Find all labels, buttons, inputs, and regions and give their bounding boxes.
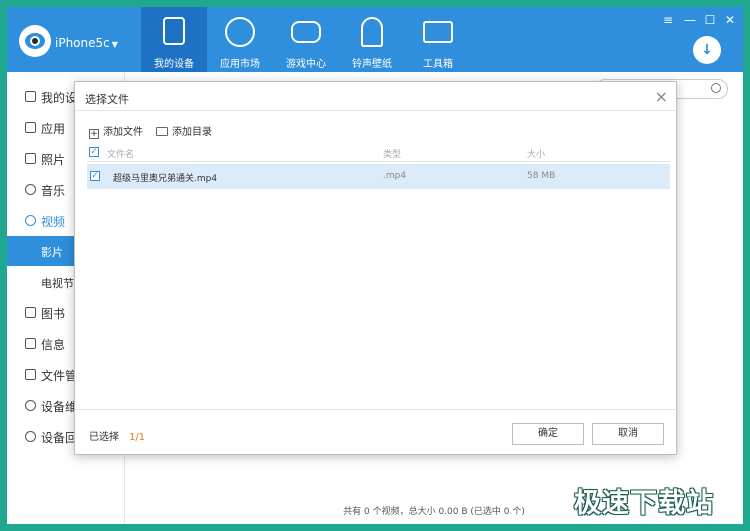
- dialog-title: 选择文件: [85, 93, 129, 106]
- add-file-label: 添加文件: [103, 127, 143, 138]
- menu-button[interactable]: ≡: [661, 13, 675, 27]
- minimize-button[interactable]: —: [683, 13, 697, 27]
- chevron-down-icon: ▼: [111, 40, 118, 49]
- tab-toolbox[interactable]: 工具箱: [405, 7, 471, 72]
- restore-icon: [25, 431, 36, 442]
- file-type: .mp4: [383, 171, 407, 181]
- add-folder-label: 添加目录: [172, 127, 212, 138]
- tab-label: 游戏中心: [286, 59, 326, 70]
- download-icon[interactable]: ↓: [693, 36, 721, 64]
- sidebar-item-label: 应用: [41, 122, 66, 136]
- add-folder-button[interactable]: 添加目录: [156, 123, 212, 138]
- close-icon[interactable]: ×: [655, 87, 668, 106]
- sidebar-item-label: 音乐: [41, 184, 66, 198]
- row-checkbox[interactable]: ✓: [90, 171, 100, 181]
- add-file-button[interactable]: + 添加文件: [89, 123, 143, 139]
- maximize-button[interactable]: ☐: [703, 13, 717, 27]
- music-icon: [25, 184, 36, 195]
- selected-label: 已选择: [89, 432, 119, 443]
- sidebar-item-label: 信息: [41, 338, 66, 352]
- file-name: 超级马里奥兄弟通关.mp4: [113, 174, 218, 184]
- bell-icon: [361, 17, 383, 47]
- folder-icon: [25, 369, 36, 380]
- tab-label: 铃声壁纸: [352, 59, 392, 70]
- sidebar-item-label: 我的设: [41, 91, 78, 105]
- shield-icon: [25, 400, 36, 411]
- sidebar-item-label: 文件管: [41, 369, 78, 383]
- select-file-dialog: 选择文件 × + 添加文件 添加目录 ✓ 文件名 类型 大小 ✓ 超级马里奥兄弟通…: [74, 81, 677, 455]
- video-icon: [25, 215, 36, 226]
- table-row[interactable]: ✓ 超级马里奥兄弟通关.mp4 .mp4 58 MB: [87, 164, 670, 189]
- column-header-size: 大小: [527, 150, 546, 160]
- ok-button[interactable]: 确定: [512, 423, 584, 445]
- tab-label: 我的设备: [154, 59, 194, 70]
- tab-my-device[interactable]: 我的设备: [141, 7, 207, 72]
- file-size: 58 MB: [527, 171, 556, 181]
- sidebar-item-label: 照片: [41, 153, 66, 167]
- device-icon: [25, 91, 36, 102]
- top-header: iPhone5c ▼ 我的设备 应用市场 游戏中心 铃声壁纸 工具箱 ≡ — ☐ …: [7, 7, 743, 72]
- photo-icon: [25, 153, 36, 164]
- selection-summary: 已选择 1/1: [89, 428, 145, 443]
- sidebar-item-label: 影片: [41, 246, 63, 259]
- divider: [75, 409, 676, 410]
- device-name-label: iPhone5c: [55, 36, 110, 50]
- gamepad-icon: [291, 21, 321, 43]
- toolbox-icon: [423, 21, 453, 43]
- sidebar-item-label: 设备维: [41, 400, 78, 414]
- sidebar-item-label: 设备回: [41, 431, 78, 445]
- tab-game-center[interactable]: 游戏中心: [273, 7, 339, 72]
- column-header-type: 类型: [383, 150, 402, 160]
- watermark-logo: 极速下载站: [574, 488, 714, 519]
- tab-app-market[interactable]: 应用市场: [207, 7, 273, 72]
- sidebar-item-label: 电视节: [41, 277, 74, 290]
- sidebar-item-label: 视频: [41, 215, 66, 229]
- book-icon: [25, 307, 36, 318]
- itools-logo-icon: [19, 25, 51, 57]
- app-window: iPhone5c ▼ 我的设备 应用市场 游戏中心 铃声壁纸 工具箱 ≡ — ☐ …: [7, 7, 743, 524]
- apps-icon: [25, 122, 36, 133]
- selected-count: 1/1: [129, 432, 146, 443]
- apps-icon: [225, 17, 255, 47]
- plus-icon: +: [89, 129, 99, 139]
- message-icon: [25, 338, 36, 349]
- tab-label: 工具箱: [423, 59, 453, 70]
- divider: [75, 110, 676, 111]
- cancel-button[interactable]: 取消: [592, 423, 664, 445]
- folder-icon: [156, 127, 168, 136]
- column-header-name: 文件名: [107, 150, 135, 160]
- sidebar-item-label: 图书: [41, 307, 66, 321]
- select-all-checkbox[interactable]: ✓: [89, 147, 99, 157]
- table-header: ✓ 文件名 类型 大小: [87, 142, 670, 162]
- tab-label: 应用市场: [220, 59, 260, 70]
- device-icon: [163, 17, 185, 45]
- close-button[interactable]: ✕: [723, 13, 737, 27]
- tab-ringtones-wallpapers[interactable]: 铃声壁纸: [339, 7, 405, 72]
- search-icon: [711, 83, 721, 93]
- device-selector[interactable]: iPhone5c ▼: [55, 36, 118, 50]
